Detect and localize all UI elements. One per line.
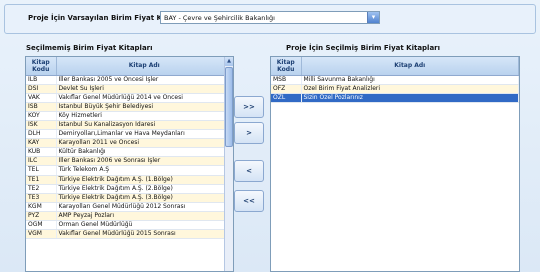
book-code-cell[interactable]: İSK: [26, 120, 57, 131]
table-row[interactable]: İSK İstanbul Su Kanalizasyon İdaresi: [26, 120, 233, 131]
book-code-cell[interactable]: OGM: [26, 220, 57, 231]
table-row[interactable]: İLB İller Bankası 2005 ve Öncesi İşler: [26, 75, 233, 85]
book-name-cell[interactable]: İller Bankası 2006 ve Sonrası İşler: [56, 156, 233, 167]
table-row[interactable]: TE1 Türkiye Elektrik Dağıtım A.Ş. (1.Bölg…: [26, 175, 233, 185]
book-code-cell[interactable]: TE3: [26, 193, 57, 203]
book-code-cell[interactable]: ÖZL: [271, 93, 302, 103]
book-code-cell[interactable]: PYZ: [26, 211, 57, 222]
scroll-up-arrow-icon[interactable]: ▲: [225, 57, 233, 66]
book-code-cell[interactable]: KUB: [26, 147, 57, 158]
table-row[interactable]: DLH Demiryolları,Limanlar ve Hava Meydanl…: [26, 129, 233, 140]
book-name-cell[interactable]: Milli Savunma Bakanlığı: [301, 75, 519, 85]
selected-books-grid[interactable]: Kitap Kodu Kitap Adı MSB Milli Savunma Ba…: [270, 56, 520, 272]
book-code-cell[interactable]: MSB: [271, 75, 302, 85]
table-row[interactable]: DSİ Devlet Su İşleri: [26, 84, 233, 94]
book-name-cell[interactable]: Sizin Özel Pozlarınız: [301, 93, 519, 103]
book-name-cell[interactable]: Türkiye Elektrik Dağıtım A.Ş. (2.Bölge): [56, 184, 233, 194]
default-book-select[interactable]: BAY - Çevre ve Şehircilik Bakanlığı ▾: [160, 11, 380, 24]
table-row[interactable]: ÖZL Sizin Özel Pozlarınız: [271, 93, 519, 103]
book-code-cell[interactable]: İLB: [26, 75, 57, 85]
book-name-cell[interactable]: AMP Peyzaj Pozları: [56, 211, 233, 222]
table-row[interactable]: KGM Karayolları Genel Müdürlüğü 2012 Sonr…: [26, 202, 233, 212]
scrollbar-thumb[interactable]: [225, 67, 233, 147]
book-code-cell[interactable]: KÖY: [26, 111, 57, 121]
unselected-books-table: Kitap Kodu Kitap Adı İLB İller Bankası 20…: [26, 57, 233, 240]
table-row[interactable]: MSB Milli Savunma Bakanlığı: [271, 75, 519, 85]
table-row[interactable]: KUB Kültür Bakanlığı: [26, 147, 233, 158]
book-code-cell[interactable]: VAK: [26, 93, 57, 103]
book-name-cell[interactable]: Orman Genel Müdürlüğü: [56, 220, 233, 231]
book-name-cell[interactable]: İstanbul Su Kanalizasyon İdaresi: [56, 120, 233, 131]
book-name-cell[interactable]: Özel Birim Fiyat Analizleri: [301, 84, 519, 94]
vertical-scrollbar[interactable]: ▲: [224, 57, 233, 271]
move-all-right-button[interactable]: >>: [234, 96, 264, 118]
book-code-cell[interactable]: VGM: [26, 229, 57, 240]
table-row[interactable]: KAY Karayolları 2011 ve Öncesi: [26, 138, 233, 149]
default-book-select-value: BAY - Çevre ve Şehircilik Bakanlığı: [164, 14, 275, 22]
table-row[interactable]: TEL Türk Telekom A.Ş: [26, 165, 233, 176]
default-book-label: Proje İçin Varsayılan Birim Fiyat Kitabı: [28, 14, 180, 22]
chevron-down-icon[interactable]: ▾: [367, 12, 379, 23]
table-row[interactable]: TE2 Türkiye Elektrik Dağıtım A.Ş. (2.Bölg…: [26, 184, 233, 194]
book-code-cell[interactable]: İSB: [26, 102, 57, 112]
table-row[interactable]: İLC İller Bankası 2006 ve Sonrası İşler: [26, 156, 233, 167]
book-code-cell[interactable]: DLH: [26, 129, 57, 140]
book-name-cell[interactable]: Devlet Su İşleri: [56, 84, 233, 94]
book-code-cell[interactable]: TE1: [26, 175, 57, 185]
table-row[interactable]: TE3 Türkiye Elektrik Dağıtım A.Ş. (3.Bölg…: [26, 193, 233, 203]
book-code-cell[interactable]: TE2: [26, 184, 57, 194]
book-name-cell[interactable]: Türkiye Elektrik Dağıtım A.Ş. (1.Bölge): [56, 175, 233, 185]
book-name-cell[interactable]: Türkiye Elektrik Dağıtım A.Ş. (3.Bölge): [56, 193, 233, 203]
move-right-button[interactable]: >: [234, 122, 264, 144]
unselected-books-grid[interactable]: Kitap Kodu Kitap Adı İLB İller Bankası 20…: [25, 56, 234, 272]
unselected-books-title: Seçilmemiş Birim Fiyat Kitapları: [26, 44, 153, 52]
book-name-cell[interactable]: Vakıflar Genel Müdürlüğü 2014 ve Öncesi: [56, 93, 233, 103]
book-name-cell[interactable]: Karayolları Genel Müdürlüğü 2012 Sonrası: [56, 202, 233, 212]
table-row[interactable]: VGM Vakıflar Genel Müdürlüğü 2015 Sonrası: [26, 229, 233, 240]
book-name-cell[interactable]: Karayolları 2011 ve Öncesi: [56, 138, 233, 149]
book-code-cell[interactable]: ÖFZ: [271, 84, 302, 94]
table-row[interactable]: VAK Vakıflar Genel Müdürlüğü 2014 ve Önce…: [26, 93, 233, 103]
table-row[interactable]: KÖY Köy Hizmetleri: [26, 111, 233, 121]
book-name-cell[interactable]: Demiryolları,Limanlar ve Hava Meydanları: [56, 129, 233, 140]
move-all-left-button[interactable]: <<: [234, 190, 264, 212]
table-row[interactable]: ÖFZ Özel Birim Fiyat Analizleri: [271, 84, 519, 94]
book-code-cell[interactable]: DSİ: [26, 84, 57, 94]
column-header-name[interactable]: Kitap Adı: [301, 57, 519, 76]
book-code-cell[interactable]: KGM: [26, 202, 57, 212]
table-row[interactable]: İSB İstanbul Büyük Şehir Belediyesi: [26, 102, 233, 112]
book-name-cell[interactable]: Kültür Bakanlığı: [56, 147, 233, 158]
table-row[interactable]: PYZ AMP Peyzaj Pozları: [26, 211, 233, 222]
column-header-name[interactable]: Kitap Adı: [56, 57, 233, 76]
table-row[interactable]: OGM Orman Genel Müdürlüğü: [26, 220, 233, 231]
selected-books-title: Proje İçin Seçilmiş Birim Fiyat Kitaplar…: [286, 44, 441, 52]
column-header-code[interactable]: Kitap Kodu: [26, 57, 57, 76]
move-left-button[interactable]: <: [234, 160, 264, 182]
book-name-cell[interactable]: Vakıflar Genel Müdürlüğü 2015 Sonrası: [56, 229, 233, 240]
book-code-cell[interactable]: TEL: [26, 165, 57, 176]
book-code-cell[interactable]: İLC: [26, 156, 57, 167]
book-name-cell[interactable]: Köy Hizmetleri: [56, 111, 233, 121]
book-name-cell[interactable]: İller Bankası 2005 ve Öncesi İşler: [56, 75, 233, 85]
column-header-code[interactable]: Kitap Kodu: [271, 57, 302, 76]
selected-books-table: Kitap Kodu Kitap Adı MSB Milli Savunma Ba…: [271, 57, 519, 103]
book-name-cell[interactable]: İstanbul Büyük Şehir Belediyesi: [56, 102, 233, 112]
book-name-cell[interactable]: Türk Telekom A.Ş: [56, 165, 233, 176]
book-code-cell[interactable]: KAY: [26, 138, 57, 149]
